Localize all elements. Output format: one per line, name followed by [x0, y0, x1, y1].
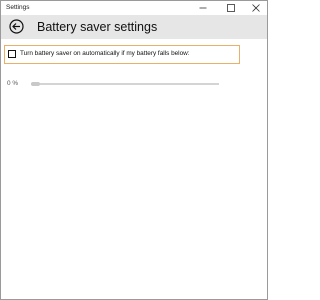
- auto-battery-saver-option[interactable]: Turn battery saver on automatically if m…: [4, 45, 240, 64]
- minimize-button[interactable]: [191, 1, 215, 15]
- threshold-percent-readout: 0 %: [7, 80, 19, 87]
- page-title: Battery saver settings: [37, 20, 158, 34]
- page-header: Battery saver settings: [1, 15, 267, 39]
- title-bar[interactable]: Settings: [1, 1, 267, 15]
- minimize-icon: [199, 7, 207, 9]
- close-icon: [252, 4, 260, 12]
- close-button[interactable]: [244, 1, 268, 15]
- back-button[interactable]: [9, 19, 24, 34]
- window-title: Settings: [6, 4, 30, 11]
- maximize-icon: [227, 4, 235, 12]
- maximize-button[interactable]: [219, 1, 243, 15]
- threshold-slider[interactable]: [31, 82, 219, 86]
- back-arrow-icon: [9, 19, 24, 34]
- settings-window: Settings Battery saver settings Turn bat…: [0, 0, 268, 300]
- threshold-slider-thumb[interactable]: [31, 82, 40, 86]
- auto-battery-saver-checkbox[interactable]: [8, 50, 16, 58]
- auto-battery-saver-label[interactable]: Turn battery saver on automatically if m…: [20, 49, 190, 59]
